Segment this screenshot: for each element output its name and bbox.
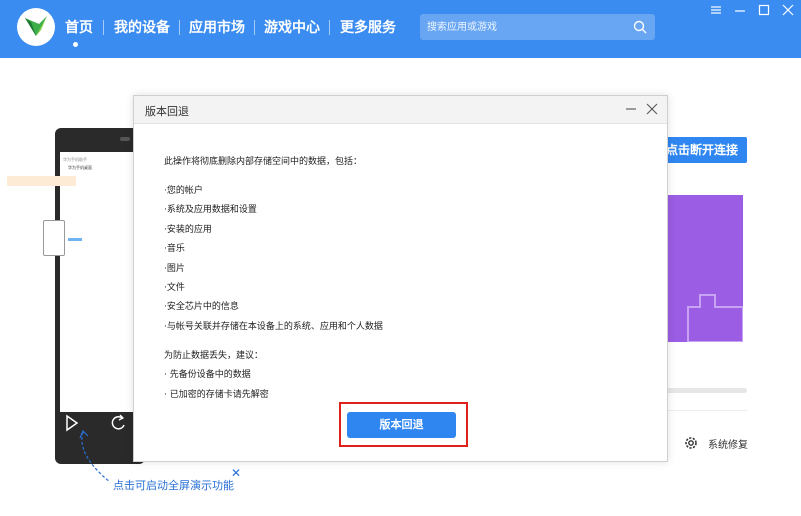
- data-item: ·与帐号关联并存储在本设备上的系统、应用和个人数据: [164, 322, 383, 332]
- advice-title: 为防止数据丢失，建议：: [164, 351, 264, 361]
- dialog-title: 版本回退: [145, 105, 189, 118]
- gear-icon: [685, 437, 697, 449]
- phone-screen-title: 华为手机桌面: [68, 165, 92, 170]
- search-input[interactable]: [420, 14, 625, 40]
- nav-divider: [179, 20, 180, 35]
- nav-home[interactable]: 首页: [65, 18, 93, 38]
- section-divider: [660, 410, 747, 411]
- promo-card[interactable]: [660, 195, 743, 342]
- phone-screen-device-graphic: [43, 220, 65, 256]
- version-rollback-button[interactable]: 版本回退: [347, 412, 456, 438]
- nav-divider: [103, 20, 104, 35]
- nav-app-market[interactable]: 应用市场: [189, 18, 245, 38]
- search-box[interactable]: [420, 14, 655, 40]
- menu-icon[interactable]: [708, 3, 724, 17]
- nav-more-services[interactable]: 更多服务: [340, 18, 396, 38]
- app-window: 首页 我的设备 应用市场 游戏中心 更多服务 搜索应用或游戏 华为手机助手 华为…: [0, 0, 801, 516]
- phone-screen: 华为手机助手 华为手机桌面: [60, 152, 140, 412]
- close-icon[interactable]: [780, 3, 796, 17]
- advice-item: · 先备份设备中的数据: [164, 370, 251, 380]
- phone-screen-link-graphic: [68, 238, 82, 241]
- phone-screen-banner: [7, 176, 76, 186]
- nav-my-devices[interactable]: 我的设备: [114, 18, 170, 38]
- data-item: ·文件: [164, 283, 185, 293]
- search-icon[interactable]: [633, 20, 647, 34]
- nav-divider: [329, 20, 330, 35]
- system-repair-label: 系统修复: [708, 440, 748, 451]
- progress-bar: [660, 388, 747, 393]
- active-nav-indicator: [73, 42, 78, 47]
- dialog-minimize-icon[interactable]: [624, 102, 638, 116]
- advice-item: · 已加密的存储卡请先解密: [164, 390, 269, 400]
- dialog-header: 版本回退: [134, 96, 667, 124]
- app-logo: [17, 8, 55, 46]
- data-item: ·安装的应用: [164, 225, 212, 235]
- dialog-close-icon[interactable]: [645, 102, 659, 116]
- nav-divider: [254, 20, 255, 35]
- data-item: ·图片: [164, 264, 185, 274]
- dialog-intro: 此操作将彻底删除内部存储空间中的数据，包括：: [164, 157, 363, 167]
- play-icon[interactable]: [66, 414, 79, 432]
- phone-screen-app-name: 华为手机助手: [63, 157, 87, 162]
- data-item: ·安全芯片中的信息: [164, 302, 239, 312]
- tip-close-icon[interactable]: ✕: [231, 466, 241, 480]
- top-bar: 首页 我的设备 应用市场 游戏中心 更多服务: [0, 0, 801, 58]
- maximize-icon[interactable]: [756, 3, 772, 17]
- data-item: ·您的帐户: [164, 186, 203, 196]
- nav-game-center[interactable]: 游戏中心: [264, 18, 320, 38]
- rollback-dialog: 版本回退 此操作将彻底删除内部存储空间中的数据，包括： ·您的帐户 ·系统及应用…: [133, 95, 668, 462]
- data-item: ·系统及应用数据和设置: [164, 205, 257, 215]
- puzzle-graphic: [687, 294, 743, 342]
- minimize-icon[interactable]: [732, 3, 748, 17]
- data-item: ·音乐: [164, 244, 185, 254]
- phone-speaker: [120, 137, 130, 141]
- tip-pointer-arrow: [79, 429, 111, 483]
- fullscreen-demo-tip: 点击可启动全屏演示功能: [113, 479, 234, 492]
